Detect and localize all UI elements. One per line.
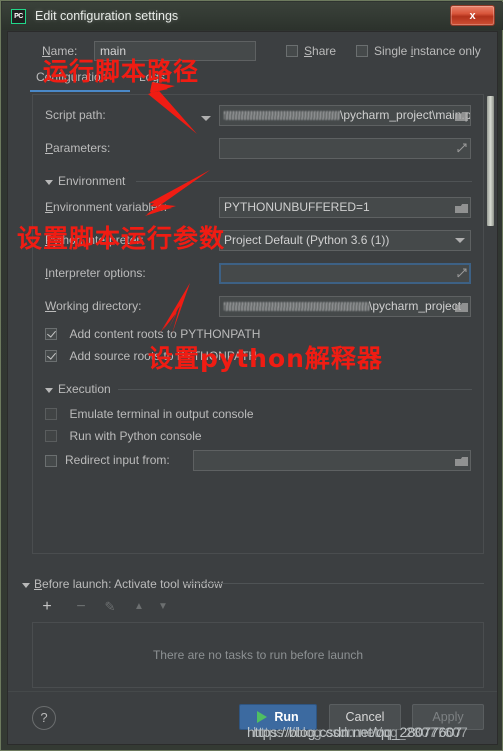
script-path-row: Script path: \pycharm_project\main.py bbox=[33, 105, 483, 129]
parameters-expand-icon[interactable] bbox=[457, 143, 467, 153]
cancel-button[interactable]: Cancel bbox=[329, 704, 401, 730]
content-scrollbar-thumb[interactable] bbox=[487, 96, 494, 226]
environment-variables-input[interactable]: PYTHONUNBUFFERED=1 bbox=[219, 197, 471, 218]
python-interpreter-select[interactable]: Project Default (Python 3.6 (1)) bbox=[219, 230, 471, 251]
apply-button[interactable]: Apply bbox=[412, 704, 484, 730]
redirect-input-checkbox[interactable] bbox=[45, 455, 57, 467]
working-directory-blurred-prefix bbox=[224, 302, 369, 311]
dialog-content: Name: main Share Single instance only Co… bbox=[8, 32, 497, 692]
python-interpreter-chevron-down-icon[interactable] bbox=[455, 238, 465, 243]
redirect-input-label: Redirect input from: bbox=[65, 453, 170, 467]
expand-arrows-glyph bbox=[457, 143, 467, 153]
share-checkbox[interactable] bbox=[286, 45, 298, 57]
before-launch-triangle-down-icon[interactable] bbox=[22, 583, 30, 588]
script-path-blurred-prefix bbox=[224, 111, 340, 120]
working-directory-row: Working directory: \pycharm_project bbox=[33, 296, 483, 320]
pycharm-icon: PC bbox=[11, 8, 26, 24]
add-task-button[interactable]: + bbox=[38, 598, 56, 616]
interpreter-options-expand-icon[interactable] bbox=[457, 268, 467, 278]
environment-variables-label: Environment variables: bbox=[45, 200, 168, 214]
redirect-input-field[interactable] bbox=[193, 450, 471, 471]
help-button[interactable]: ? bbox=[32, 706, 56, 730]
execution-section-label: Execution bbox=[58, 382, 111, 396]
dialog-footer: ? Run Cancel Apply bbox=[8, 691, 497, 744]
emulate-terminal-row[interactable]: Emulate terminal in output console bbox=[45, 405, 254, 423]
redirect-input-row: Redirect input from: bbox=[33, 450, 483, 474]
content-scrollbar-track[interactable] bbox=[487, 94, 496, 554]
parameters-label: Parameters: bbox=[45, 141, 111, 155]
remove-task-button[interactable]: − bbox=[72, 598, 90, 616]
before-launch-title: Before launch: Activate tool window bbox=[34, 577, 223, 591]
interpreter-options-input[interactable] bbox=[219, 263, 471, 284]
redirect-input-folder-icon[interactable] bbox=[455, 455, 468, 466]
parameters-input[interactable] bbox=[219, 138, 471, 159]
script-path-label: Script path: bbox=[45, 108, 106, 122]
add-content-roots-label: Add content roots to PYTHONPATH bbox=[69, 327, 261, 341]
close-button[interactable]: x bbox=[450, 5, 495, 26]
single-instance-checkbox[interactable] bbox=[356, 45, 368, 57]
add-source-roots-checkbox[interactable] bbox=[45, 350, 57, 362]
working-directory-suffix: \pycharm_project bbox=[369, 299, 462, 313]
dialog-body: Name: main Share Single instance only Co… bbox=[7, 31, 498, 745]
tab-logs[interactable]: Logs bbox=[139, 70, 165, 89]
expand-arrows-glyph-2 bbox=[457, 268, 467, 278]
parameters-row: Parameters: bbox=[33, 138, 483, 162]
interpreter-options-label: Interpreter options: bbox=[45, 266, 146, 280]
run-with-python-console-checkbox[interactable] bbox=[45, 430, 57, 442]
script-path-input[interactable]: \pycharm_project\main.py bbox=[219, 105, 471, 126]
name-label: Name: bbox=[42, 44, 78, 58]
tab-bar: Configuration Logs bbox=[30, 70, 484, 92]
window-title: Edit configuration settings bbox=[35, 9, 179, 23]
add-source-roots-label: Add source roots to PYTHONPATH bbox=[69, 349, 258, 363]
play-icon bbox=[257, 711, 268, 723]
environment-variables-row: Environment variables: PYTHONUNBUFFERED=… bbox=[33, 197, 483, 221]
title-bar: PC Edit configuration settings x bbox=[2, 2, 503, 30]
tab-active-indicator bbox=[30, 90, 130, 92]
working-directory-folder-icon[interactable] bbox=[455, 301, 468, 312]
tab-configuration[interactable]: Configuration bbox=[36, 70, 107, 89]
environment-triangle-down-icon[interactable] bbox=[45, 180, 53, 185]
move-task-up-button[interactable]: ▲ bbox=[130, 598, 148, 616]
window-frame: PC Edit configuration settings x Name: m… bbox=[0, 0, 503, 751]
interpreter-options-row: Interpreter options: bbox=[33, 263, 483, 287]
working-directory-label: Working directory: bbox=[45, 299, 142, 313]
name-row: Name: main Share Single instance only bbox=[20, 41, 486, 63]
run-with-python-console-label: Run with Python console bbox=[69, 429, 202, 443]
before-launch-empty-text: There are no tasks to run before launch bbox=[152, 648, 364, 662]
environment-variables-folder-icon[interactable] bbox=[455, 202, 468, 213]
screenshot-root: PC Edit configuration settings x Name: m… bbox=[0, 0, 503, 751]
single-instance-label: Single instance only bbox=[374, 44, 481, 58]
script-path-folder-icon[interactable] bbox=[455, 110, 468, 121]
configuration-panel: Script path: \pycharm_project\main.py Pa… bbox=[32, 94, 484, 554]
before-launch-toolbar: + − ✎ ▲ ▼ bbox=[38, 598, 238, 620]
python-interpreter-label: Python interpreter: bbox=[45, 233, 144, 247]
script-path-dropdown-icon[interactable] bbox=[201, 116, 211, 121]
run-button-label: Run bbox=[274, 710, 299, 724]
emulate-terminal-label: Emulate terminal in output console bbox=[69, 407, 254, 421]
python-interpreter-row: Python interpreter: Project Default (Pyt… bbox=[33, 230, 483, 254]
move-task-down-button[interactable]: ▼ bbox=[154, 598, 172, 616]
before-launch-divider bbox=[186, 583, 484, 584]
emulate-terminal-checkbox[interactable] bbox=[45, 408, 57, 420]
before-launch-task-list[interactable]: There are no tasks to run before launch bbox=[32, 622, 484, 688]
execution-divider bbox=[118, 389, 472, 390]
environment-divider bbox=[136, 181, 472, 182]
script-path-suffix: \pycharm_project\main.py bbox=[340, 108, 471, 122]
add-content-roots-row[interactable]: Add content roots to PYTHONPATH bbox=[45, 325, 260, 343]
working-directory-input[interactable]: \pycharm_project bbox=[219, 296, 471, 317]
edit-task-button[interactable]: ✎ bbox=[101, 598, 119, 616]
run-button[interactable]: Run bbox=[239, 704, 317, 730]
share-label: Share bbox=[304, 44, 337, 58]
execution-triangle-down-icon[interactable] bbox=[45, 388, 53, 393]
run-with-python-console-row[interactable]: Run with Python console bbox=[45, 427, 202, 445]
add-source-roots-row[interactable]: Add source roots to PYTHONPATH bbox=[45, 347, 257, 365]
name-input[interactable]: main bbox=[94, 41, 256, 61]
environment-section-label: Environment bbox=[58, 174, 126, 188]
add-content-roots-checkbox[interactable] bbox=[45, 328, 57, 340]
